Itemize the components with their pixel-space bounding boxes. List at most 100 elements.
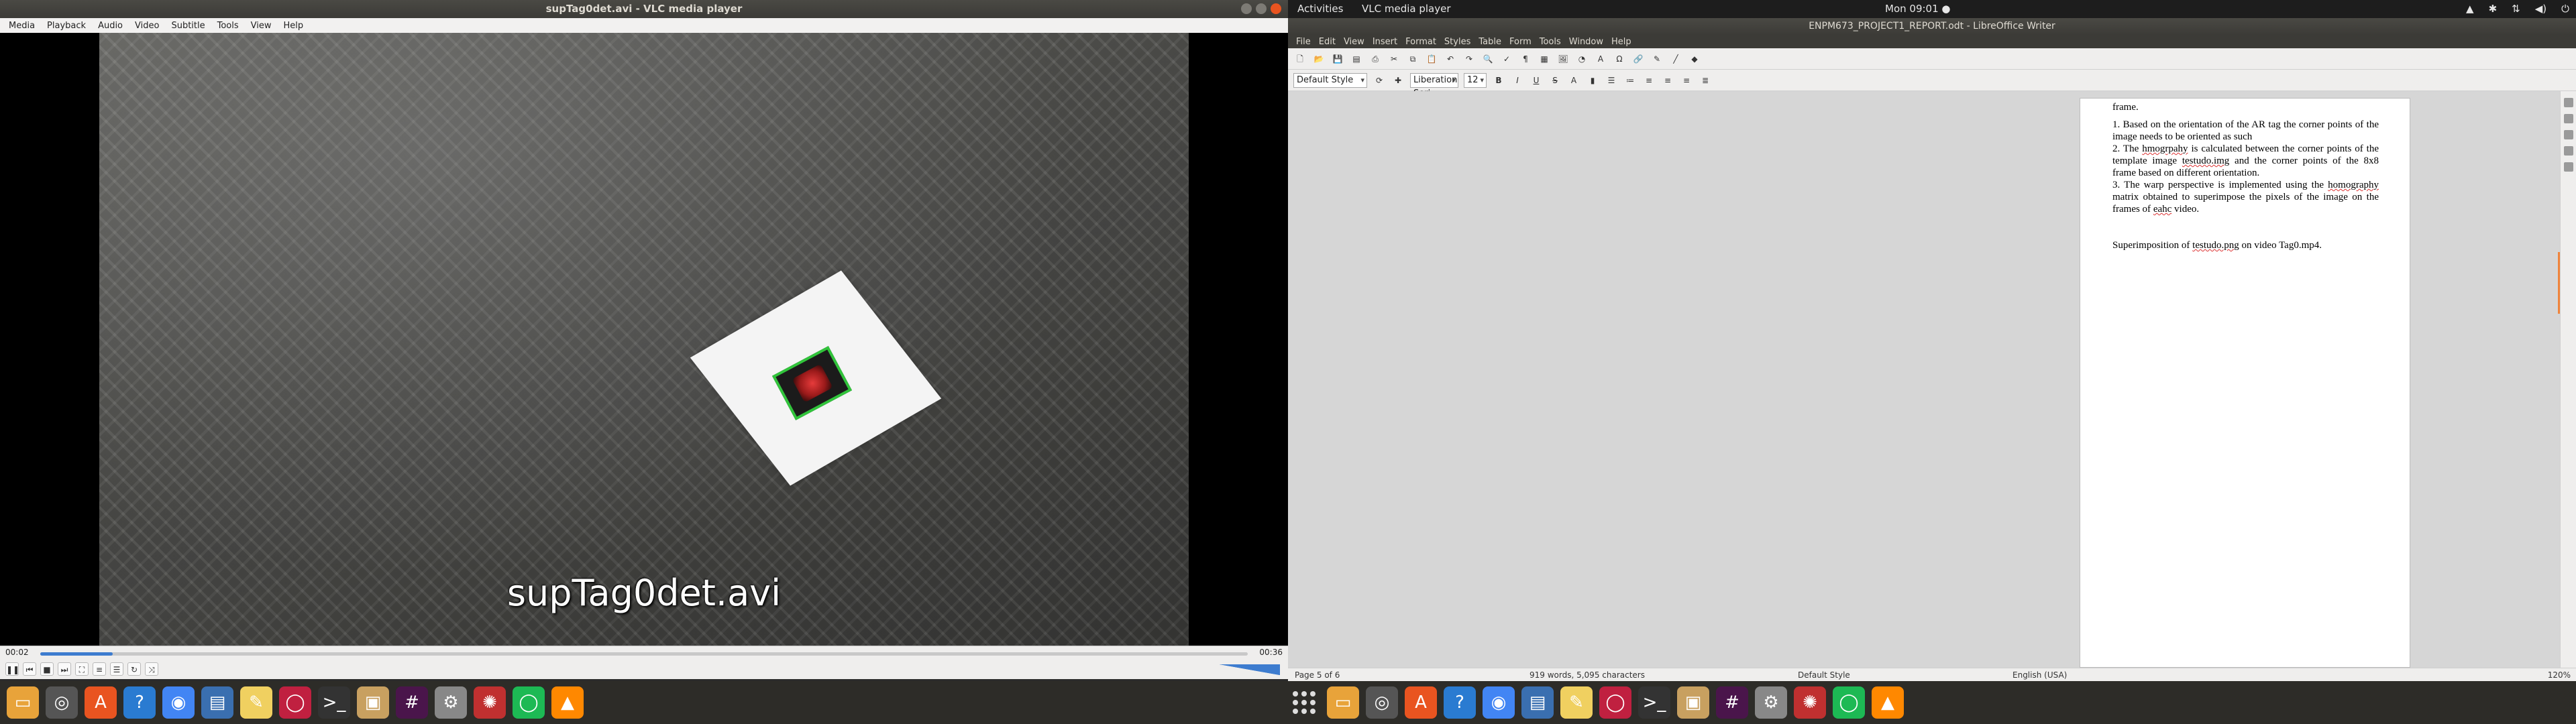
underline-icon[interactable]: U (1529, 74, 1543, 87)
align-left-icon[interactable]: ≡ (1642, 74, 1656, 87)
volume-slider[interactable] (1220, 664, 1280, 675)
open-icon[interactable]: 📂 (1312, 52, 1326, 66)
ros-icon[interactable]: ✺ (1794, 686, 1826, 719)
status-page-style[interactable]: Default Style (1798, 670, 1850, 680)
menu-form[interactable]: Form (1505, 37, 1536, 47)
disk-icon[interactable]: ◎ (46, 686, 78, 719)
text-editor-icon[interactable]: ✎ (240, 686, 272, 719)
highlight-icon[interactable]: ▮ (1586, 74, 1599, 87)
network-icon[interactable]: ⇅ (2512, 3, 2520, 15)
archive-icon[interactable]: ▣ (1677, 686, 1709, 719)
help-icon[interactable]: ? (1444, 686, 1476, 719)
fullscreen-icon[interactable]: ⛶ (75, 662, 89, 676)
print-icon[interactable]: ⎙ (1368, 52, 1382, 66)
power-icon[interactable]: ⏻ (2561, 3, 2569, 15)
shuffle-icon[interactable]: ⤨ (145, 662, 158, 676)
settings-tray-icon[interactable]: ✱ (2489, 3, 2498, 15)
export-pdf-icon[interactable]: ▤ (1350, 52, 1363, 66)
find-replace-icon[interactable]: 🔍 (1481, 52, 1495, 66)
vlc-tray-icon[interactable]: ▲ (2466, 3, 2474, 15)
paste-icon[interactable]: 📋 (1425, 52, 1438, 66)
stop-icon[interactable]: ■ (40, 662, 54, 676)
strikethrough-icon[interactable]: S (1548, 74, 1562, 87)
archive-icon[interactable]: ▣ (357, 686, 389, 719)
menu-table[interactable]: Table (1474, 37, 1505, 47)
word-count[interactable]: 919 words, 5,095 characters (1529, 670, 1645, 680)
files-icon[interactable]: ▭ (1327, 686, 1359, 719)
font-name-combo[interactable]: Liberation Seri (1410, 72, 1458, 99)
special-character-icon[interactable]: Ω (1613, 52, 1626, 66)
next-icon[interactable]: ⏭ (58, 662, 71, 676)
italic-icon[interactable]: I (1511, 74, 1524, 87)
document-body[interactable]: frame. 1. Based on the orientation of th… (2112, 102, 2379, 251)
spelling-icon[interactable]: ✓ (1500, 52, 1513, 66)
software-center-icon[interactable]: A (85, 686, 117, 719)
page-count[interactable]: Page 5 of 6 (1295, 670, 1340, 680)
comment-icon[interactable]: ✎ (1650, 52, 1664, 66)
volume-icon[interactable]: ◀) (2535, 3, 2546, 15)
app-menu[interactable]: VLC media player (1362, 3, 1451, 15)
document-viewer-icon[interactable]: ▤ (201, 686, 233, 719)
justify-icon[interactable]: ≣ (1699, 74, 1712, 87)
menu-insert[interactable]: Insert (1368, 37, 1401, 47)
chrome-icon[interactable]: ◉ (1483, 686, 1515, 719)
status-language[interactable]: English (USA) (2012, 670, 2067, 680)
menu-media[interactable]: Media (4, 21, 40, 31)
pause-button[interactable]: ❚❚ (5, 662, 19, 676)
activities-button[interactable]: Activities (1297, 3, 1343, 15)
spotify-icon[interactable]: ◯ (1833, 686, 1865, 719)
copy-icon[interactable]: ⧉ (1406, 52, 1419, 66)
document-page[interactable]: frame. 1. Based on the orientation of th… (2080, 98, 2410, 668)
vlc-icon[interactable]: ▲ (551, 686, 584, 719)
software-center-icon[interactable]: A (1405, 686, 1437, 719)
paragraph-style-combo[interactable]: Default Style (1293, 72, 1367, 88)
font-color-icon[interactable]: A (1567, 74, 1580, 87)
insert-chart-icon[interactable]: ◔ (1575, 52, 1589, 66)
hyperlink-icon[interactable]: 🔗 (1631, 52, 1645, 66)
help-icon[interactable]: ? (123, 686, 156, 719)
insert-table-icon[interactable]: ▦ (1538, 52, 1551, 66)
new-document-icon[interactable]: 🗋 (1293, 52, 1307, 66)
undo-icon[interactable]: ↶ (1444, 52, 1457, 66)
disk-icon[interactable]: ◎ (1366, 686, 1398, 719)
draw-line-icon[interactable]: ╱ (1669, 52, 1682, 66)
debian-icon[interactable]: ◯ (279, 686, 311, 719)
menu-format[interactable]: Format (1401, 37, 1440, 47)
settings-icon[interactable]: ⚙ (435, 686, 467, 719)
menu-view[interactable]: View (1340, 37, 1368, 47)
numbering-icon[interactable]: ≔ (1623, 74, 1637, 87)
loop-icon[interactable]: ↻ (127, 662, 141, 676)
menu-file[interactable]: File (1292, 37, 1315, 47)
files-icon[interactable]: ▭ (7, 686, 39, 719)
document-viewer-icon[interactable]: ▤ (1521, 686, 1554, 719)
chrome-icon[interactable]: ◉ (162, 686, 195, 719)
slack-icon[interactable]: # (396, 686, 428, 719)
menu-video[interactable]: Video (130, 21, 164, 31)
debian-icon[interactable]: ◯ (1599, 686, 1631, 719)
menu-window[interactable]: Window (1565, 37, 1607, 47)
align-center-icon[interactable]: ≡ (1661, 74, 1674, 87)
font-size-combo[interactable]: 12 (1464, 72, 1487, 88)
previous-icon[interactable]: ⏮ (23, 662, 36, 676)
redo-icon[interactable]: ↷ (1462, 52, 1476, 66)
ros-icon[interactable]: ✺ (474, 686, 506, 719)
maximize-button[interactable] (1256, 3, 1267, 14)
basic-shapes-icon[interactable]: ◆ (1688, 52, 1701, 66)
close-button[interactable] (1271, 3, 1281, 14)
menu-tools[interactable]: Tools (1536, 37, 1565, 47)
save-icon[interactable]: 💾 (1331, 52, 1344, 66)
formatting-marks-icon[interactable]: ¶ (1519, 52, 1532, 66)
seek-bar[interactable] (40, 652, 1248, 656)
new-style-icon[interactable]: ✚ (1391, 74, 1405, 87)
insert-textbox-icon[interactable]: A (1594, 52, 1607, 66)
gallery-icon[interactable] (2563, 146, 2573, 156)
menu-playback[interactable]: Playback (42, 21, 91, 31)
zoom-level[interactable]: 120% (2548, 670, 2571, 680)
bullets-icon[interactable]: ☰ (1605, 74, 1618, 87)
terminal-icon[interactable]: >_ (318, 686, 350, 719)
page-icon[interactable] (2563, 114, 2573, 123)
video-area[interactable]: supTag0det.avi (0, 33, 1288, 646)
properties-icon[interactable] (2563, 98, 2573, 107)
text-editor-icon[interactable]: ✎ (1560, 686, 1593, 719)
menu-tools[interactable]: Tools (213, 21, 244, 31)
